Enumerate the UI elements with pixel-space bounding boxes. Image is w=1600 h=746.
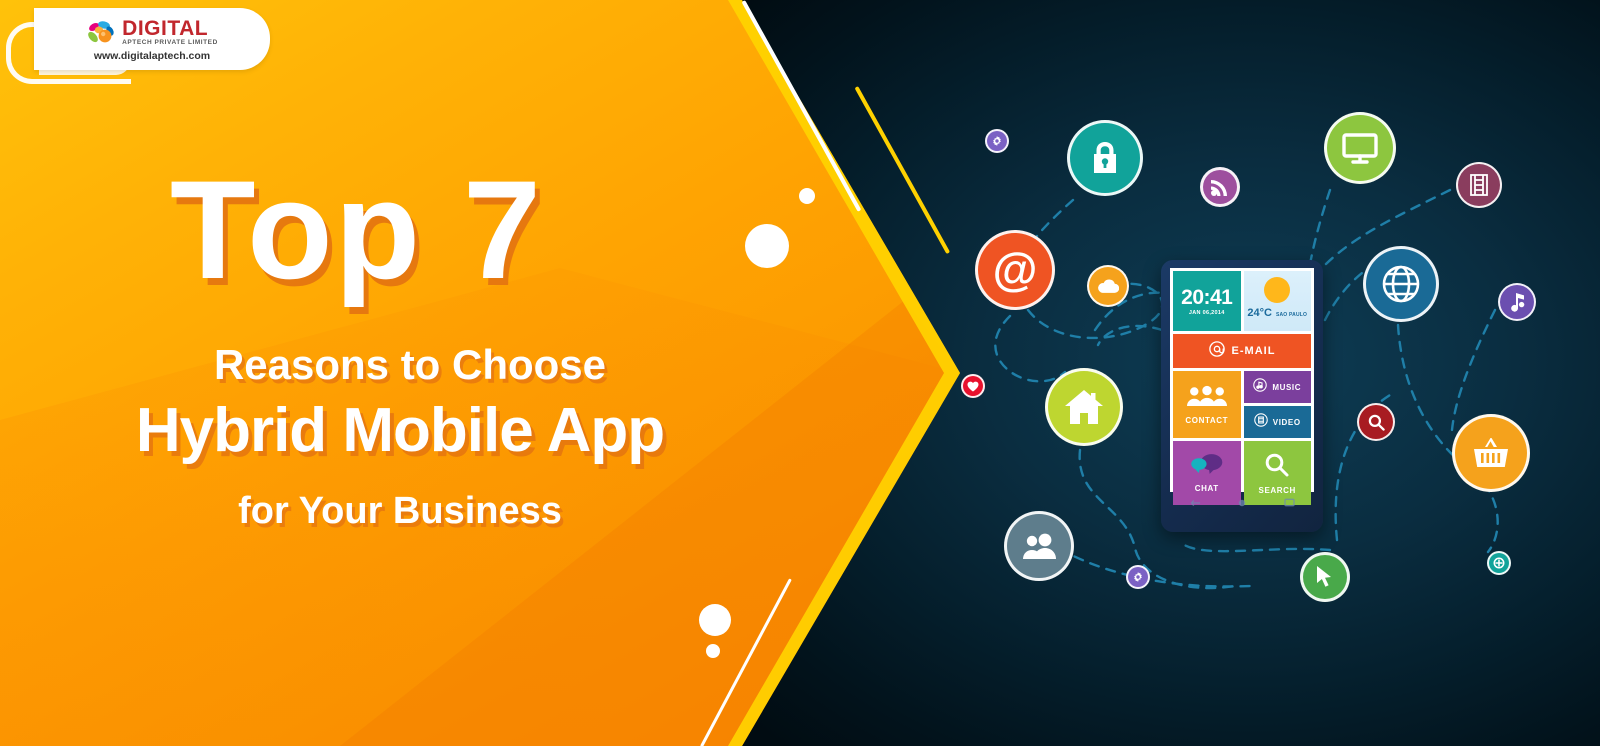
tile-video[interactable]: VIDEO xyxy=(1243,406,1311,438)
home-nav-icon[interactable] xyxy=(1238,494,1246,512)
monitor-icon[interactable] xyxy=(1324,112,1396,184)
phone-navigation-bar xyxy=(1170,494,1314,512)
magnifier-icon xyxy=(1264,452,1290,483)
smartphone-mockup: 20:41 JAN 06,2014 24°C SAO PAULO E-MAIL xyxy=(1161,260,1323,532)
tiny-white-dot xyxy=(706,644,720,658)
video-icon xyxy=(1254,412,1268,432)
tile-email[interactable]: E-MAIL xyxy=(1173,334,1311,368)
logo-title: DIGITAL xyxy=(122,17,209,41)
phone-screen: 20:41 JAN 06,2014 24°C SAO PAULO E-MAIL xyxy=(1170,268,1314,505)
logo-url[interactable]: www.digitalaptech.com xyxy=(94,50,210,62)
tile-weather[interactable]: 24°C SAO PAULO xyxy=(1243,271,1311,331)
headline-sub-two: for Your Business xyxy=(238,490,562,532)
weather-city: SAO PAULO xyxy=(1275,312,1308,318)
rss-icon[interactable] xyxy=(1200,167,1240,207)
tile-clock[interactable]: 20:41 JAN 06,2014 xyxy=(1173,271,1241,331)
people-icon xyxy=(1186,385,1227,412)
chat-label: CHAT xyxy=(1194,484,1219,493)
sun-icon xyxy=(1264,277,1291,303)
users-icon[interactable] xyxy=(1004,511,1074,581)
tile-chat[interactable]: CHAT xyxy=(1173,441,1241,505)
lock-icon[interactable] xyxy=(1067,120,1143,196)
globe-icon[interactable] xyxy=(1363,246,1439,322)
small-white-dot xyxy=(799,188,815,204)
tile-music[interactable]: MUSIC xyxy=(1243,371,1311,403)
medium-white-dot xyxy=(699,604,731,636)
back-nav-icon[interactable] xyxy=(1189,494,1201,512)
plus-circle-icon[interactable] xyxy=(1487,551,1511,575)
email-label: E-MAIL xyxy=(1231,345,1276,357)
magnifier-icon[interactable] xyxy=(1357,403,1395,441)
recents-nav-icon[interactable] xyxy=(1284,494,1295,512)
gear-icon-small-bottom[interactable] xyxy=(1126,565,1150,589)
flower-petal-logo-icon xyxy=(86,20,116,46)
film-icon[interactable] xyxy=(1456,162,1502,208)
video-label: VIDEO xyxy=(1272,417,1301,427)
at-sign-icon xyxy=(1208,340,1225,362)
chat-bubbles-icon xyxy=(1189,453,1225,480)
headline-top: Top 7 xyxy=(170,151,543,308)
logo-plate[interactable]: DIGITAL APTECH PRIVATE LIMITED www.digit… xyxy=(34,8,270,70)
cursor-icon[interactable] xyxy=(1300,552,1350,602)
basket-icon[interactable] xyxy=(1452,414,1530,492)
contact-label: CONTACT xyxy=(1185,415,1229,425)
at-sign-icon[interactable]: @ xyxy=(975,230,1055,310)
clock-time: 20:41 xyxy=(1181,285,1233,309)
home-icon[interactable] xyxy=(1045,368,1123,446)
clock-date: JAN 06,2014 xyxy=(1188,309,1225,316)
weather-temperature: 24°C xyxy=(1247,307,1272,319)
gear-icon-small-top[interactable] xyxy=(985,129,1009,153)
music-label: MUSIC xyxy=(1272,382,1302,392)
banner-canvas: DIGITAL APTECH PRIVATE LIMITED www.digit… xyxy=(0,0,1600,746)
music-note-icon xyxy=(1253,377,1268,397)
music-note-icon[interactable] xyxy=(1498,283,1536,321)
headline-main: Hybrid Mobile App xyxy=(135,396,665,465)
heart-icon[interactable] xyxy=(961,374,985,398)
tile-search[interactable]: SEARCH xyxy=(1243,441,1311,505)
logo-subtitle: APTECH PRIVATE LIMITED xyxy=(122,39,218,47)
headline-sub-one: Reasons to Choose xyxy=(213,341,607,388)
tile-contact[interactable]: CONTACT xyxy=(1173,371,1241,438)
cloud-icon[interactable] xyxy=(1087,265,1129,307)
large-white-dot xyxy=(745,224,789,268)
